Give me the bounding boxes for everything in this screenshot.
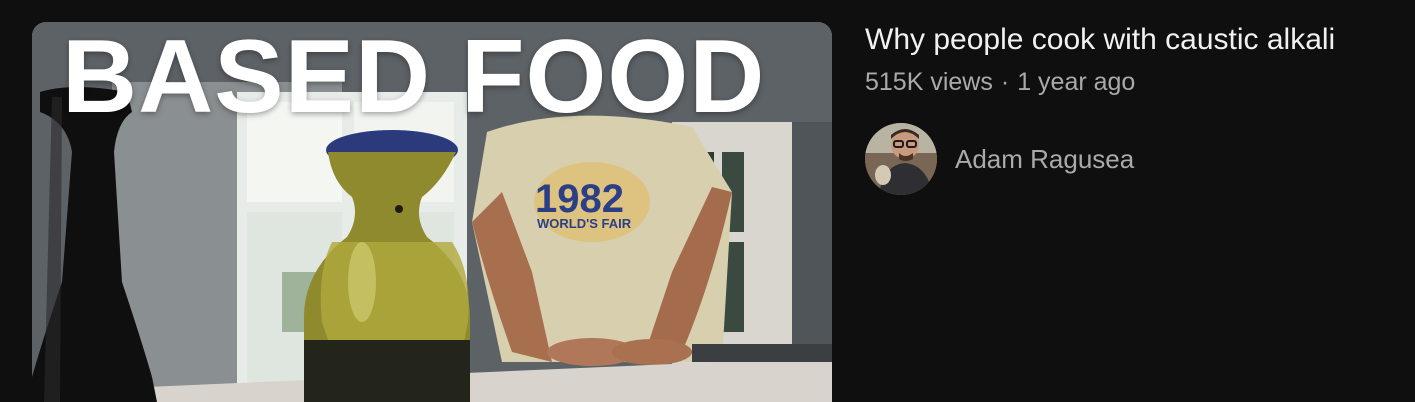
channel-name[interactable]: Adam Ragusea [955,144,1134,175]
thumbnail-title-text: BASED FOOD [62,22,766,135]
shirt-year-text: 1982 [535,177,624,221]
view-count: 515K views [865,68,993,96]
channel-link[interactable]: Adam Ragusea [865,123,1134,195]
separator-dot: · [1000,68,1010,96]
shirt-line-text: WORLD'S FAIR [537,216,632,231]
channel-avatar[interactable] [865,123,937,195]
video-title[interactable]: Why people cook with caustic alkali [865,20,1405,60]
video-stats: 515K views · 1 year ago [865,64,1405,100]
avatar-image [865,123,937,195]
video-meta: Why people cook with caustic alkali 515K… [865,20,1405,100]
upload-age: 1 year ago [1017,68,1136,96]
video-thumbnail[interactable]: 1982 WORLD'S FAIR BASED FOOD [32,22,832,402]
